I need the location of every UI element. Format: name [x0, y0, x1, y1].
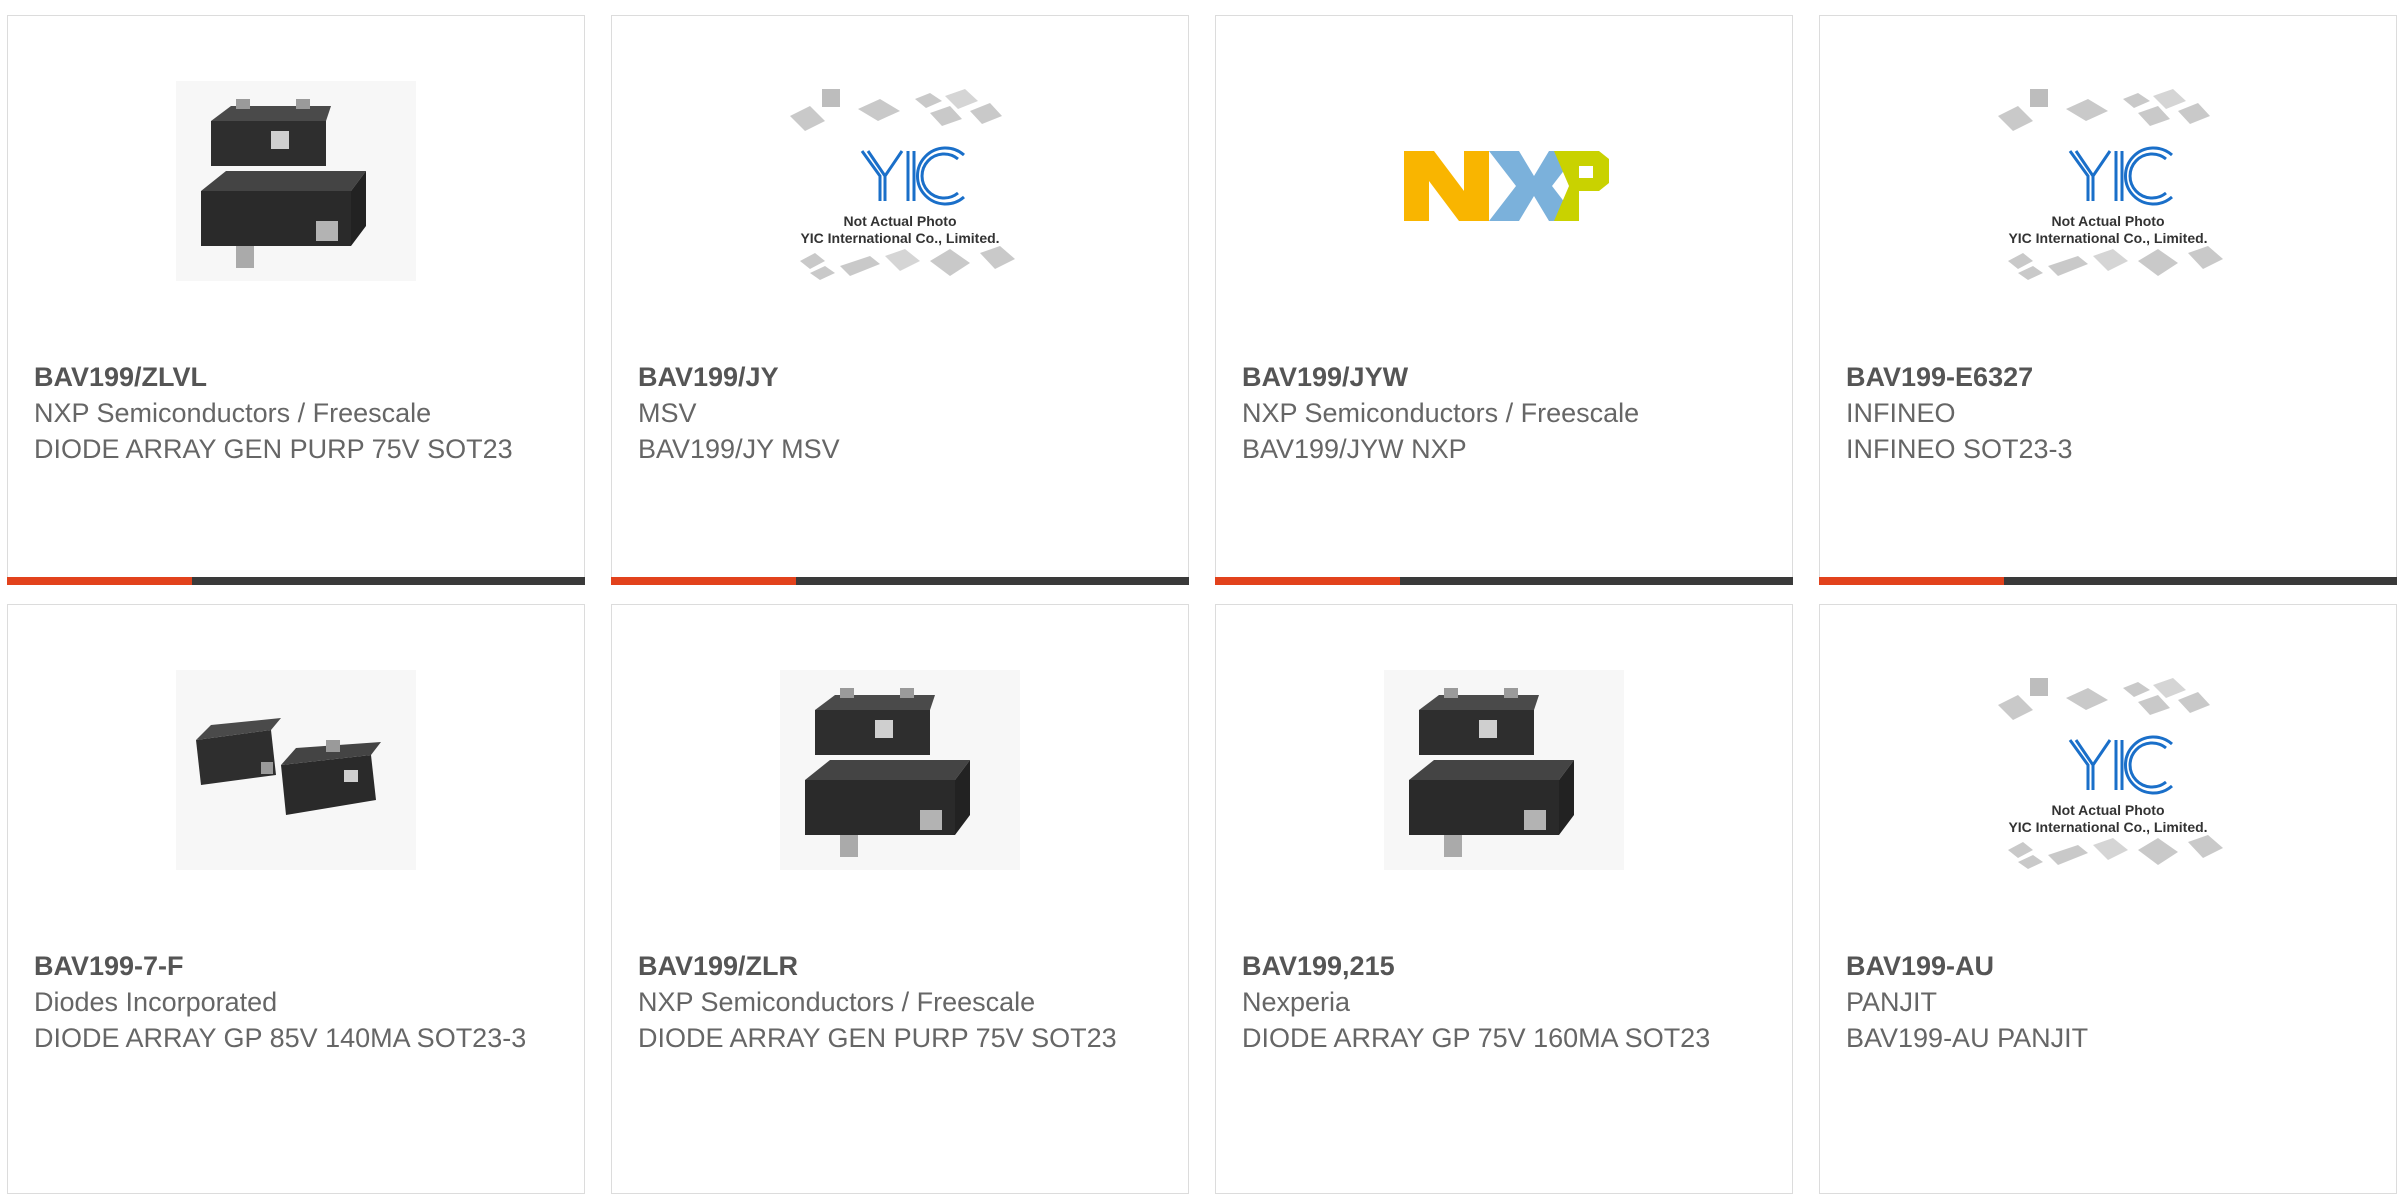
card-accent-bar — [7, 577, 585, 585]
product-card[interactable]: BAV199/JYW NXP Semiconductors / Freescal… — [1215, 15, 1793, 585]
not-actual-photo-image: Not Actual Photo YIC International Co., … — [1998, 678, 2223, 869]
description: INFINEO SOT23-3 — [1846, 434, 2073, 464]
manufacturer: NXP Semiconductors / Freescale — [34, 398, 432, 428]
product-card[interactable]: Not Actual Photo YIC International Co., … — [1819, 604, 2397, 1194]
manufacturer: PANJIT — [1846, 987, 1938, 1017]
manufacturer: MSV — [638, 398, 697, 428]
manufacturer: Diodes Incorporated — [34, 987, 278, 1017]
product-card[interactable]: BAV199,215 Nexperia DIODE ARRAY GP 75V 1… — [1215, 604, 1793, 1194]
part-number[interactable]: BAV199/ZLVL — [34, 359, 564, 395]
part-number[interactable]: BAV199-AU — [1846, 948, 2376, 984]
manufacturer: NXP Semiconductors / Freescale — [638, 987, 1036, 1017]
nxp-logo-image — [1404, 151, 1609, 221]
card-accent-bar — [1215, 577, 1793, 585]
svg-text:YIC International Co., Limited: YIC International Co., Limited. — [800, 230, 999, 246]
manufacturer: INFINEO — [1846, 398, 1956, 428]
description: BAV199/JYW NXP — [1242, 434, 1467, 464]
description: BAV199-AU PANJIT — [1846, 1023, 2089, 1053]
part-number[interactable]: BAV199-7-F — [34, 948, 564, 984]
card-accent-bar — [611, 577, 1189, 585]
description: DIODE ARRAY GP 75V 160MA SOT23 — [1242, 1023, 1711, 1053]
description: DIODE ARRAY GEN PURP 75V SOT23 — [34, 434, 513, 464]
sot23-pair-image — [176, 670, 416, 870]
part-number[interactable]: BAV199/JYW — [1242, 359, 1772, 395]
part-number[interactable]: BAV199/ZLR — [638, 948, 1168, 984]
svg-text:YIC International Co., Limited: YIC International Co., Limited. — [2008, 819, 2207, 835]
manufacturer: NXP Semiconductors / Freescale — [1242, 398, 1640, 428]
svg-text:Not Actual Photo: Not Actual Photo — [843, 213, 956, 229]
svg-text:YIC International Co., Limited: YIC International Co., Limited. — [2008, 230, 2207, 246]
product-card[interactable]: Not Actual Photo YIC International Co., … — [1819, 15, 2397, 585]
manufacturer: Nexperia — [1242, 987, 1351, 1017]
description: DIODE ARRAY GEN PURP 75V SOT23 — [638, 1023, 1117, 1053]
product-card[interactable]: BAV199/ZLR NXP Semiconductors / Freescal… — [611, 604, 1189, 1194]
product-card[interactable]: Not Actual Photo YIC International Co., … — [611, 15, 1189, 585]
part-number[interactable]: BAV199/JY — [638, 359, 1168, 395]
sot23-chip-image — [176, 81, 416, 281]
product-card[interactable]: BAV199/ZLVL NXP Semiconductors / Freesca… — [7, 15, 585, 585]
svg-text:Not Actual Photo: Not Actual Photo — [2051, 213, 2164, 229]
card-accent-bar — [1819, 577, 2397, 585]
part-number[interactable]: BAV199-E6327 — [1846, 359, 2376, 395]
sot23-chip-image — [1384, 670, 1624, 870]
not-actual-photo-image: Not Actual Photo YIC International Co., … — [1998, 89, 2223, 280]
description: BAV199/JY MSV — [638, 434, 840, 464]
part-number[interactable]: BAV199,215 — [1242, 948, 1772, 984]
product-card[interactable]: BAV199-7-F Diodes Incorporated DIODE ARR… — [7, 604, 585, 1194]
not-actual-photo-image: Not Actual Photo YIC International Co., … — [790, 89, 1015, 280]
sot23-chip-image — [780, 670, 1020, 870]
svg-text:Not Actual Photo: Not Actual Photo — [2051, 802, 2164, 818]
description: DIODE ARRAY GP 85V 140MA SOT23-3 — [34, 1023, 527, 1053]
